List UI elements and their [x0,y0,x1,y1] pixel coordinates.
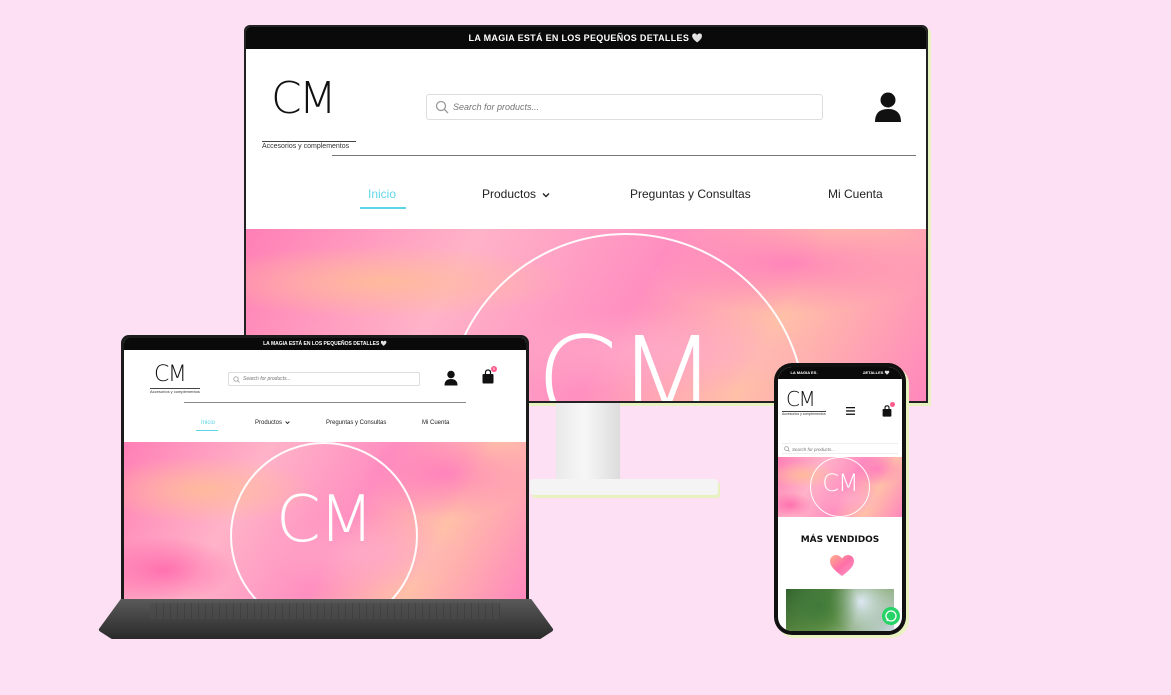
nav-active-indicator [360,207,406,209]
announcement-bar: LA MAGIA ESTÁ EN LOS PEQUEÑOS DETALLES 🤍 [124,338,526,350]
site-logo[interactable]: CM [786,389,816,409]
phone-notch [816,367,864,377]
shopping-bag-icon[interactable] [882,405,892,417]
monitor-stand-base [530,479,718,495]
header-divider [184,402,466,403]
search-box [782,443,898,454]
search-input[interactable] [792,444,892,454]
hero-banner: CM [124,442,526,599]
nav-item-inicio[interactable]: Inicio [201,420,215,426]
search-icon[interactable] [784,446,790,452]
laptop-keyboard-keys [150,603,500,619]
nav-item-productos[interactable]: Productos [255,420,290,426]
user-account-icon[interactable] [444,370,458,386]
site-logo[interactable]: CM [271,77,337,121]
user-account-icon[interactable] [874,91,902,123]
product-image[interactable] [786,589,894,631]
hamburger-menu-icon[interactable] [846,407,855,415]
search-input[interactable] [243,373,413,385]
header-divider [332,155,916,156]
nav-item-preguntas[interactable]: Preguntas y Consultas [326,420,386,426]
chevron-down-icon [542,192,550,198]
site-logo[interactable]: CM [154,364,187,386]
phone-mockup: LA MAGIA ESTÁ EN LOS PEQUEÑOS DETALLES 🤍… [774,363,906,635]
monitor-stand [556,403,620,485]
nav-item-preguntas[interactable]: Preguntas y Consultas [630,187,751,201]
nav-item-mi-cuenta[interactable]: Mi Cuenta [422,420,449,426]
hero-logo-text: CM [276,483,374,557]
nav-active-indicator [196,430,218,431]
whatsapp-button[interactable] [882,607,900,625]
search-icon[interactable] [233,376,240,383]
laptop-mockup-screen: LA MAGIA ESTÁ EN LOS PEQUEÑOS DETALLES 🤍… [121,335,529,602]
site-header: CM Accesorios y complementos Inicio Prod… [246,49,926,229]
whatsapp-icon [885,610,897,622]
search-box [228,372,420,386]
nav-item-inicio[interactable]: Inicio [368,187,396,201]
hero-banner: CM [778,457,902,517]
logo-divider [262,141,356,142]
nav-item-mi-cuenta[interactable]: Mi Cuenta [828,187,883,201]
logo-subtitle: Accesorios y complementos [150,388,200,394]
hero-logo-text: CM [822,469,858,497]
logo-subtitle: Accesorios y complementos [262,143,350,150]
search-box [426,94,823,120]
site-header: CM Accesorios y complementos 0 Inicio Pr… [124,350,526,442]
nav-item-label: Productos [482,187,537,201]
section-title-best-sellers: MÁS VENDIDOS [800,535,880,545]
main-nav: Inicio Productos Preguntas y Consultas M… [246,185,926,209]
search-input[interactable] [453,95,813,119]
chevron-down-icon [284,421,290,425]
nav-item-productos[interactable]: Productos [482,187,550,201]
phone-screen: LA MAGIA ESTÁ EN LOS PEQUEÑOS DETALLES 🤍… [778,367,902,631]
announcement-bar: LA MAGIA ESTÁ EN LOS PEQUEÑOS DETALLES 🤍 [246,27,926,49]
search-icon[interactable] [435,100,449,114]
heart-icon [830,555,854,576]
cart-badge [890,402,895,407]
nav-item-label: Productos [255,420,283,427]
logo-subtitle: Accesorios y complementos [782,411,826,416]
cart-badge: 0 [491,366,497,372]
